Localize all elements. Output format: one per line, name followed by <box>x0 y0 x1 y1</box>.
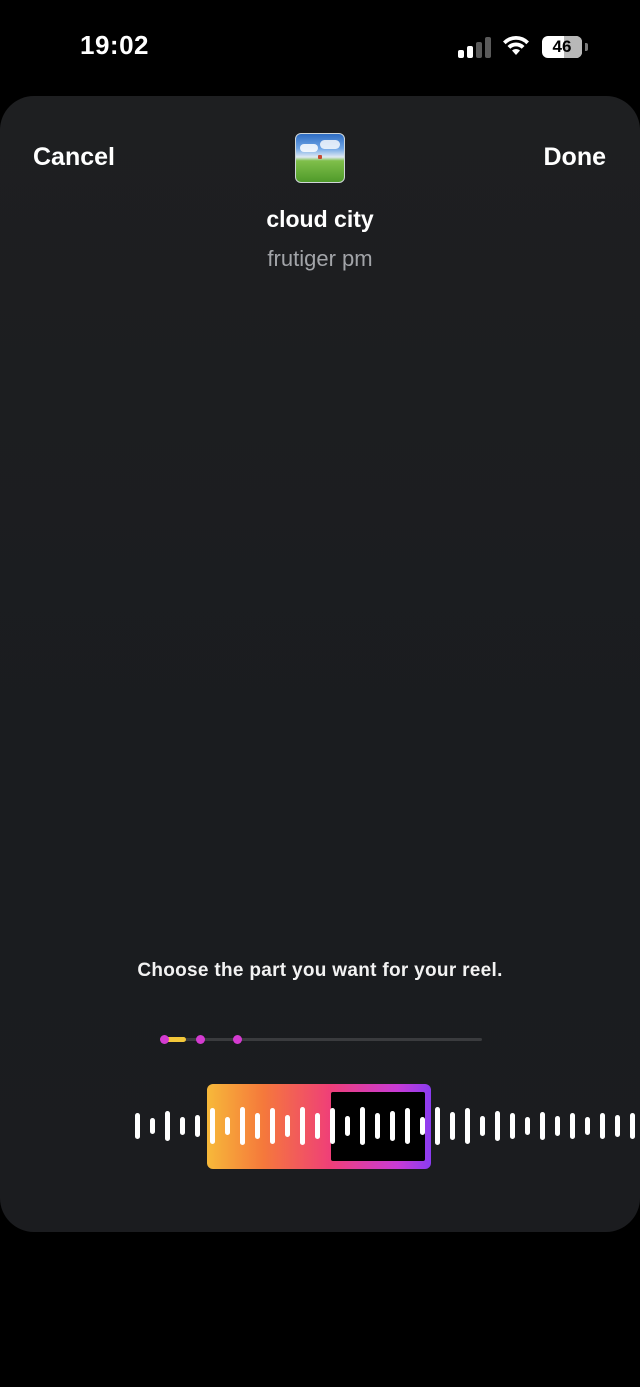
waveform-bar <box>315 1113 320 1139</box>
clip-progress-track[interactable] <box>160 1035 482 1044</box>
waveform-bar <box>510 1113 515 1139</box>
waveform-bar <box>345 1116 350 1136</box>
audio-trim-sheet: Cancel Done cloud city frutiger pm Choos… <box>0 96 640 1232</box>
waveform-bar <box>150 1118 155 1134</box>
waveform-bar <box>240 1107 245 1145</box>
waveform-bar <box>255 1113 260 1139</box>
waveform-bar <box>615 1115 620 1137</box>
waveform-bar <box>435 1107 440 1145</box>
wifi-icon <box>503 35 529 55</box>
waveform-bar <box>630 1113 635 1139</box>
waveform-bar <box>165 1111 170 1141</box>
waveform-bar <box>330 1108 335 1144</box>
waveform-bar <box>450 1112 455 1140</box>
waveform-bar <box>570 1113 575 1139</box>
waveform-bar <box>525 1117 530 1135</box>
cancel-button[interactable]: Cancel <box>33 143 115 172</box>
waveform-bar <box>600 1113 605 1139</box>
waveform-bar <box>420 1117 425 1135</box>
song-title: cloud city <box>266 206 374 232</box>
waveform-bar <box>135 1113 140 1139</box>
waveform-bar <box>285 1115 290 1137</box>
waveform[interactable] <box>0 1064 640 1204</box>
album-art <box>295 133 345 183</box>
waveform-bar <box>405 1108 410 1144</box>
waveform-bar <box>495 1111 500 1141</box>
waveform-bar <box>465 1108 470 1144</box>
waveform-bar <box>585 1117 590 1135</box>
signal-icon <box>458 36 492 58</box>
waveform-bar <box>375 1113 380 1139</box>
waveform-bar <box>555 1116 560 1136</box>
waveform-bar <box>225 1117 230 1135</box>
battery-icon: 46 <box>542 36 588 58</box>
waveform-bar <box>360 1107 365 1145</box>
status-bar: 19:02 46 <box>0 0 640 96</box>
done-button[interactable]: Done <box>544 143 607 172</box>
artist-name: frutiger pm <box>267 246 373 271</box>
instruction-text: Choose the part you want for your reel. <box>137 960 503 981</box>
clip-marker <box>160 1035 169 1044</box>
waveform-bar <box>540 1112 545 1140</box>
clip-marker <box>196 1035 205 1044</box>
battery-level: 46 <box>552 37 572 56</box>
waveform-bar <box>270 1108 275 1144</box>
waveform-bar <box>180 1117 185 1135</box>
clip-marker <box>233 1035 242 1044</box>
waveform-bar <box>195 1115 200 1137</box>
waveform-bar <box>390 1111 395 1141</box>
waveform-bar <box>210 1108 215 1144</box>
waveform-bar <box>480 1116 485 1136</box>
status-time: 19:02 <box>80 30 149 60</box>
waveform-bar <box>300 1107 305 1145</box>
